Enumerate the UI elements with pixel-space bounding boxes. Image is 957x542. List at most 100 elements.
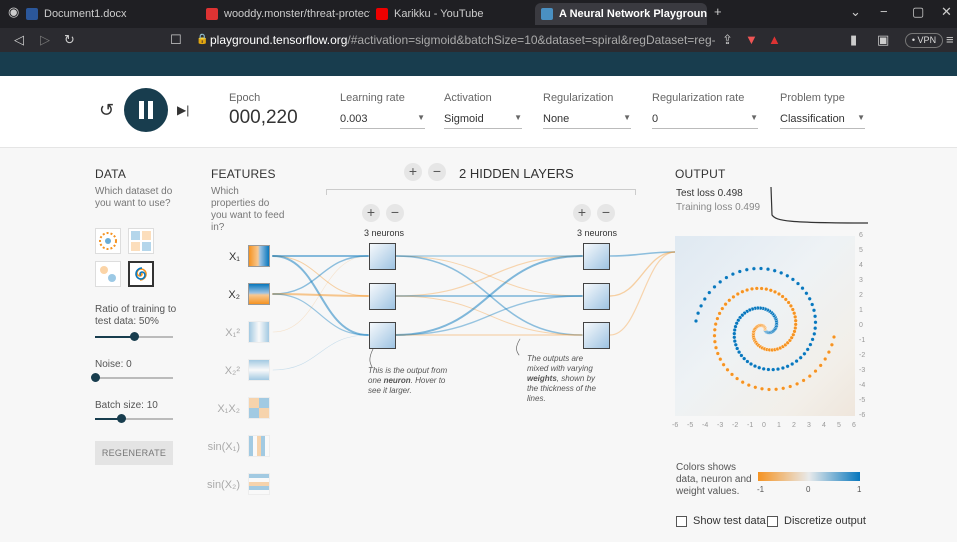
data-point	[790, 307, 795, 312]
data-point	[733, 342, 738, 347]
neuron[interactable]	[583, 283, 610, 310]
legend-min: -1	[757, 485, 765, 494]
checkbox-box[interactable]	[767, 515, 778, 527]
share-icon[interactable]: ⇪	[722, 32, 733, 48]
data-point	[736, 349, 742, 355]
data-point	[801, 378, 806, 383]
reset-icon[interactable]: ↺	[99, 100, 114, 121]
data-point	[725, 367, 730, 372]
tab-threat-protection[interactable]: wooddy.monster/threat-protection/se	[200, 3, 370, 25]
menu-icon[interactable]: ≡	[946, 32, 954, 47]
sidebar-icon[interactable]: ▮	[850, 32, 857, 48]
data-point	[768, 288, 773, 293]
restore-icon[interactable]: ▢	[912, 4, 924, 20]
data-point	[779, 270, 784, 275]
problem-type-select[interactable]: Classification ▼	[780, 113, 865, 129]
data-point	[732, 335, 737, 340]
x-tick: 2	[792, 422, 796, 429]
problem-type-label: Problem type	[780, 92, 845, 104]
data-point	[724, 275, 729, 280]
learning-rate-select[interactable]: 0.003 ▼	[340, 113, 425, 129]
new-tab-button[interactable]: +	[714, 4, 722, 19]
data-point	[748, 361, 754, 367]
data-point	[831, 334, 837, 340]
data-point	[785, 273, 790, 278]
data-point	[775, 367, 781, 372]
browser-logo-icon[interactable]: ◉	[8, 4, 19, 20]
weight-line[interactable]	[272, 255, 369, 295]
x-tick: -5	[687, 422, 694, 429]
tab-document[interactable]: Document1.docx	[20, 3, 195, 25]
weight-line[interactable]	[272, 293, 369, 336]
data-point	[754, 286, 759, 291]
y-tick: 1	[859, 307, 863, 314]
data-point	[729, 372, 735, 377]
data-point	[810, 302, 815, 307]
y-tick: -2	[859, 352, 866, 359]
bookmark-icon[interactable]: ☐	[170, 32, 182, 48]
note-emphasis: neuron	[383, 376, 411, 385]
weight-line[interactable]	[395, 255, 583, 297]
data-point	[745, 359, 750, 364]
y-tick: 6	[859, 232, 863, 239]
regularization-label: Regularization	[543, 92, 614, 104]
reload-icon[interactable]: ↻	[64, 32, 75, 48]
weight-line[interactable]	[272, 255, 369, 297]
data-point	[793, 322, 798, 327]
output-plot[interactable]	[675, 236, 855, 416]
data-point	[718, 357, 723, 362]
y-tick: -4	[859, 382, 866, 389]
back-icon[interactable]: ◁	[14, 32, 24, 48]
data-point	[793, 314, 798, 319]
activation-select[interactable]: Sigmoid ▼	[444, 113, 522, 129]
regularization-rate-select[interactable]: 0 ▼	[652, 113, 758, 129]
show-test-data-checkbox[interactable]: Show test data	[676, 515, 766, 527]
data-point	[759, 286, 764, 291]
data-point	[829, 342, 834, 347]
data-point	[800, 286, 805, 291]
close-window-icon[interactable]: ✕	[941, 4, 952, 20]
rewards-icon[interactable]: ▲	[768, 32, 781, 47]
data-point	[813, 314, 818, 319]
neuron[interactable]	[583, 322, 610, 349]
data-point	[773, 387, 779, 392]
minimize-icon[interactable]: −	[880, 4, 888, 19]
data-point	[733, 324, 738, 329]
neuron[interactable]	[369, 243, 396, 270]
data-point	[790, 277, 795, 282]
data-point	[718, 279, 723, 284]
weight-line[interactable]	[395, 295, 583, 336]
neuron[interactable]	[583, 243, 610, 270]
x-tick: -1	[747, 422, 754, 429]
data-point	[727, 298, 732, 303]
neuron[interactable]	[369, 322, 396, 349]
weight-line[interactable]	[609, 251, 676, 297]
weights-note: The outputs are mixed with varying weigh…	[527, 354, 605, 404]
test-loss: Test loss 0.498	[676, 188, 743, 199]
note-text: The outputs are mixed with varying	[527, 354, 593, 373]
data-point	[811, 308, 817, 313]
data-point	[752, 364, 758, 369]
discretize-output-checkbox[interactable]: Discretize output	[767, 515, 866, 527]
url-field[interactable]: playground.tensorflow.org/#activation=si…	[210, 33, 715, 47]
chevron-down-icon[interactable]: ⌄	[850, 4, 861, 20]
x-tick: 3	[807, 422, 811, 429]
vpn-button[interactable]: • VPN	[905, 33, 943, 48]
data-point	[790, 361, 795, 367]
forward-icon[interactable]: ▷	[40, 32, 50, 48]
wallet-icon[interactable]: ▣	[877, 32, 889, 48]
tab-playground[interactable]: A Neural Network Playground ✕	[535, 3, 707, 25]
tab-youtube[interactable]: Karikku - YouTube	[370, 3, 530, 25]
neuron[interactable]	[369, 283, 396, 310]
url-host: playground.tensorflow.org	[210, 33, 348, 47]
checkbox-box[interactable]	[676, 515, 687, 527]
main-area: DATA Which dataset do you want to use? R…	[0, 149, 957, 542]
data-point	[720, 306, 725, 311]
data-point	[739, 353, 744, 358]
pause-button[interactable]	[124, 88, 168, 132]
brave-shield-icon[interactable]: ▼	[745, 32, 758, 47]
regularization-select[interactable]: None ▼	[543, 113, 631, 129]
data-point	[751, 266, 756, 271]
weight-line[interactable]	[272, 334, 369, 371]
step-icon[interactable]: ▶|	[177, 103, 189, 117]
